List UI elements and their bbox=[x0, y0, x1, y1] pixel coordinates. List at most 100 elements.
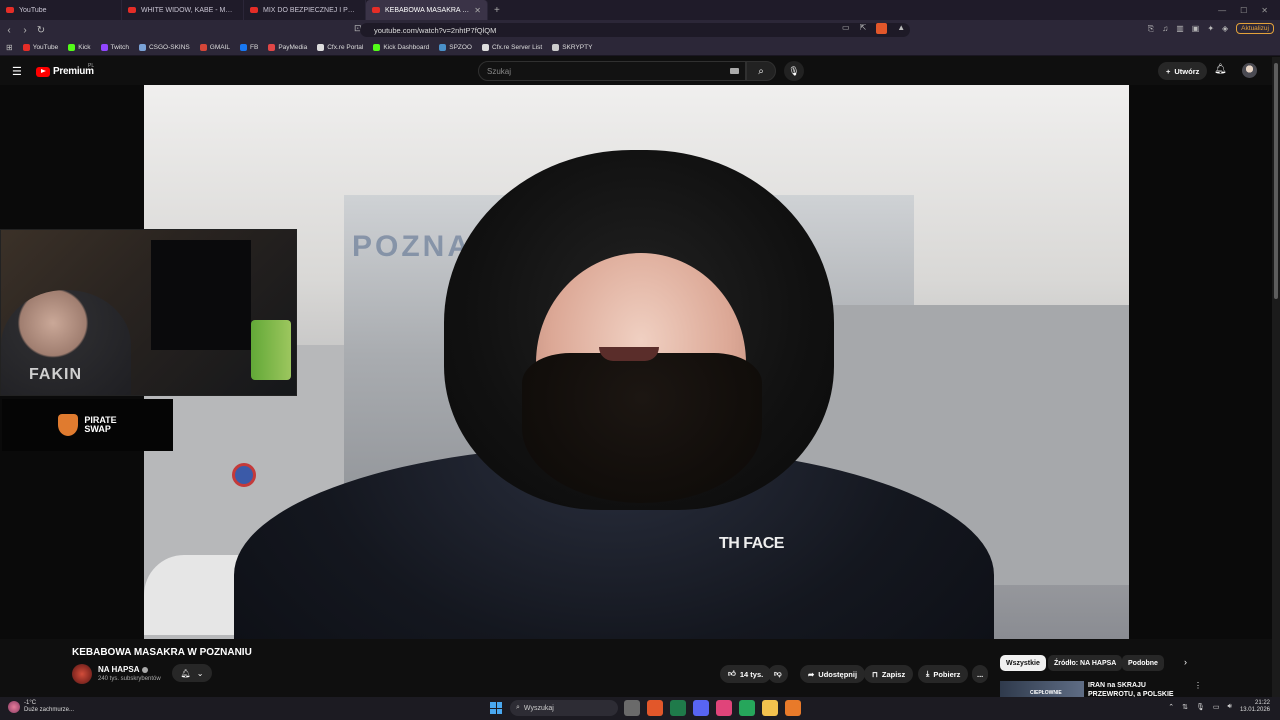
tab-kebabowa-active[interactable]: KEBABOWA MASAKRA W PO... ✕ bbox=[366, 0, 488, 20]
update-button[interactable]: Aktualizuj bbox=[1236, 23, 1274, 34]
thumbnail-text: CIEPŁOWNIE bbox=[1030, 690, 1062, 696]
youtube-icon bbox=[128, 7, 136, 13]
temperature: -1°C bbox=[24, 700, 37, 706]
taskbar-app-icon[interactable] bbox=[624, 700, 640, 716]
close-window-icon[interactable]: ✕ bbox=[1261, 6, 1268, 15]
dislike-button[interactable]: 👎︎ bbox=[768, 665, 788, 683]
create-button[interactable]: + Utwórz bbox=[1158, 62, 1208, 80]
url-text: youtube.com/watch?v=2nhtP7fQlQM bbox=[374, 25, 497, 35]
bookmarks-bar: ⊞ YouTube Kick Twitch CSGO-SKINS GMAIL FB PayM… bbox=[0, 40, 1280, 56]
taskbar-app-icon[interactable] bbox=[739, 700, 755, 716]
wallet-icon[interactable]: ▣ bbox=[1192, 24, 1200, 33]
download-button[interactable]: ⤓ Pobierz bbox=[918, 665, 969, 683]
media-icon[interactable]: ♫ bbox=[1162, 24, 1168, 33]
taskbar-app-icon[interactable] bbox=[716, 700, 732, 716]
apps-grid-icon[interactable]: ⊞ bbox=[6, 43, 13, 52]
bookmark-item[interactable]: GMAIL bbox=[199, 44, 230, 51]
weather-widget[interactable]: -1°C Duże zachmurze... bbox=[8, 700, 74, 714]
tab-title: MIX DO BEZPIECZNEJ I PRZEPISOWEJ... bbox=[263, 6, 359, 14]
notifications-bell-icon[interactable]: 🔔︎ bbox=[1214, 64, 1227, 75]
taskbar-app-icon[interactable] bbox=[670, 700, 686, 716]
display-icon[interactable]: ▭ bbox=[1213, 703, 1220, 711]
youtube-logo[interactable]: Premium PL bbox=[36, 63, 95, 77]
bookmark-item[interactable]: SKRYPTY bbox=[552, 44, 592, 51]
network-icon[interactable]: ⇅ bbox=[1182, 703, 1188, 711]
taskbar-search[interactable]: ⌕ Wyszukaj bbox=[510, 700, 618, 716]
search-input[interactable]: Szukaj bbox=[478, 61, 746, 81]
like-button[interactable]: 👍︎ 14 tys. bbox=[720, 665, 772, 683]
chip-source[interactable]: Źródło: NA HAPSA bbox=[1048, 655, 1123, 671]
brave-shields-icon[interactable] bbox=[876, 23, 888, 34]
taskbar-app-icon[interactable] bbox=[785, 700, 801, 716]
taskbar-app-icon[interactable] bbox=[647, 700, 663, 716]
subscribe-bell-button[interactable]: 🔔︎ ⌄ bbox=[172, 664, 212, 682]
channel-name[interactable]: NA HAPSA bbox=[98, 665, 149, 674]
vpn-icon[interactable]: ◈ bbox=[1222, 24, 1228, 33]
bookmark-icon: ⊓ bbox=[872, 669, 878, 679]
sponsor-name: PIRATE SWAP bbox=[84, 416, 116, 434]
chevron-up-icon[interactable]: ⌃ bbox=[1168, 703, 1174, 711]
cast-icon[interactable]: ⎘ bbox=[1148, 24, 1154, 34]
bookmark-favicon-icon bbox=[317, 44, 325, 51]
forward-icon[interactable]: › bbox=[18, 25, 32, 36]
share-icon[interactable]: ⇱ bbox=[860, 23, 867, 34]
chip-related[interactable]: Podobne bbox=[1122, 655, 1164, 671]
video-title: KEBABOWA MASAKRA W POZNANIU bbox=[72, 647, 252, 658]
bookmark-item[interactable]: FB bbox=[240, 44, 258, 51]
bookmark-item[interactable]: Cfx.re Portal bbox=[317, 44, 363, 51]
bookmark-item[interactable]: CSGO-SKINS bbox=[138, 44, 190, 51]
minimize-icon[interactable]: — bbox=[1218, 6, 1226, 15]
account-avatar[interactable] bbox=[1242, 63, 1257, 78]
clock[interactable]: 21:22 13.01.2026 bbox=[1240, 700, 1270, 714]
microphone-icon[interactable]: 🎙︎ bbox=[1196, 703, 1205, 711]
bookmark-label: FB bbox=[250, 44, 259, 51]
keyboard-icon[interactable] bbox=[730, 68, 739, 74]
voice-search-button[interactable]: 🎙︎ bbox=[784, 61, 804, 81]
install-app-icon[interactable]: ▭ bbox=[842, 23, 850, 34]
taskbar-app-icon[interactable] bbox=[762, 700, 778, 716]
page-scrollbar[interactable] bbox=[1272, 57, 1280, 697]
menu-icon[interactable]: ☰ bbox=[12, 65, 22, 78]
bookmark-item[interactable]: Kick Dashboard bbox=[373, 44, 429, 51]
bookmark-item[interactable]: Twitch bbox=[100, 44, 129, 51]
bookmark-item[interactable]: PayMedia bbox=[268, 44, 307, 51]
search-button[interactable]: ⌕ bbox=[746, 61, 776, 81]
chip-label: Źródło: NA HAPSA bbox=[1054, 659, 1117, 667]
scrollbar-thumb[interactable] bbox=[1274, 63, 1278, 299]
chevron-right-icon[interactable]: › bbox=[1184, 657, 1187, 667]
bookmark-item[interactable]: SPZOO bbox=[439, 44, 472, 51]
channel-avatar[interactable] bbox=[72, 664, 92, 684]
reload-icon[interactable]: ↻ bbox=[34, 25, 48, 36]
save-button[interactable]: ⊓ Zapisz bbox=[864, 665, 914, 683]
back-icon[interactable]: ‹ bbox=[2, 25, 16, 36]
bookmark-item[interactable]: YouTube bbox=[22, 44, 59, 51]
recommendation-thumbnail[interactable]: CIEPŁOWNIE bbox=[1000, 681, 1084, 697]
close-tab-icon[interactable]: ✕ bbox=[474, 6, 481, 15]
region-code: PL bbox=[88, 63, 95, 69]
extensions-icon[interactable]: ✦ bbox=[1207, 24, 1214, 33]
bookmark-label: SPZOO bbox=[449, 44, 472, 51]
volume-icon[interactable]: 🔊︎ bbox=[1228, 703, 1232, 711]
windows-start-icon[interactable] bbox=[490, 702, 502, 714]
bookmark-item[interactable]: Kick bbox=[68, 44, 91, 51]
sidebar-icon[interactable]: ▥ bbox=[1176, 24, 1184, 33]
search-placeholder: Szukaj bbox=[487, 66, 512, 76]
bookmark-label: YouTube bbox=[32, 44, 59, 51]
url-field[interactable]: youtube.com/watch?v=2nhtP7fQlQM bbox=[360, 23, 910, 37]
brave-rewards-icon[interactable]: ▲ bbox=[897, 23, 905, 34]
bookmark-item[interactable]: Cfx.re Server List bbox=[482, 44, 542, 51]
save-label: Zapisz bbox=[881, 669, 906, 679]
tab-white-widow[interactable]: WHITE WIDOW, KABE - MUSZĘ GRA... bbox=[122, 0, 244, 20]
tab-mix[interactable]: MIX DO BEZPIECZNEJ I PRZEPISOWEJ... bbox=[244, 0, 366, 20]
tab-youtube[interactable]: YouTube bbox=[0, 0, 122, 20]
taskbar-app-icon[interactable] bbox=[693, 700, 709, 716]
bookmark-favicon-icon bbox=[138, 44, 146, 51]
maximize-icon[interactable]: ☐ bbox=[1240, 6, 1247, 15]
chip-all[interactable]: Wszystkie bbox=[1000, 655, 1046, 671]
taskbar-search-label: Wyszukaj bbox=[523, 704, 554, 712]
kebab-menu-icon[interactable]: ⋮ bbox=[1194, 681, 1202, 690]
bookmark-label: Kick Dashboard bbox=[383, 44, 430, 51]
share-button[interactable]: ➦ Udostępnij bbox=[800, 665, 866, 683]
new-tab-button[interactable]: + bbox=[488, 5, 506, 16]
more-actions-button[interactable]: ... bbox=[972, 665, 989, 683]
